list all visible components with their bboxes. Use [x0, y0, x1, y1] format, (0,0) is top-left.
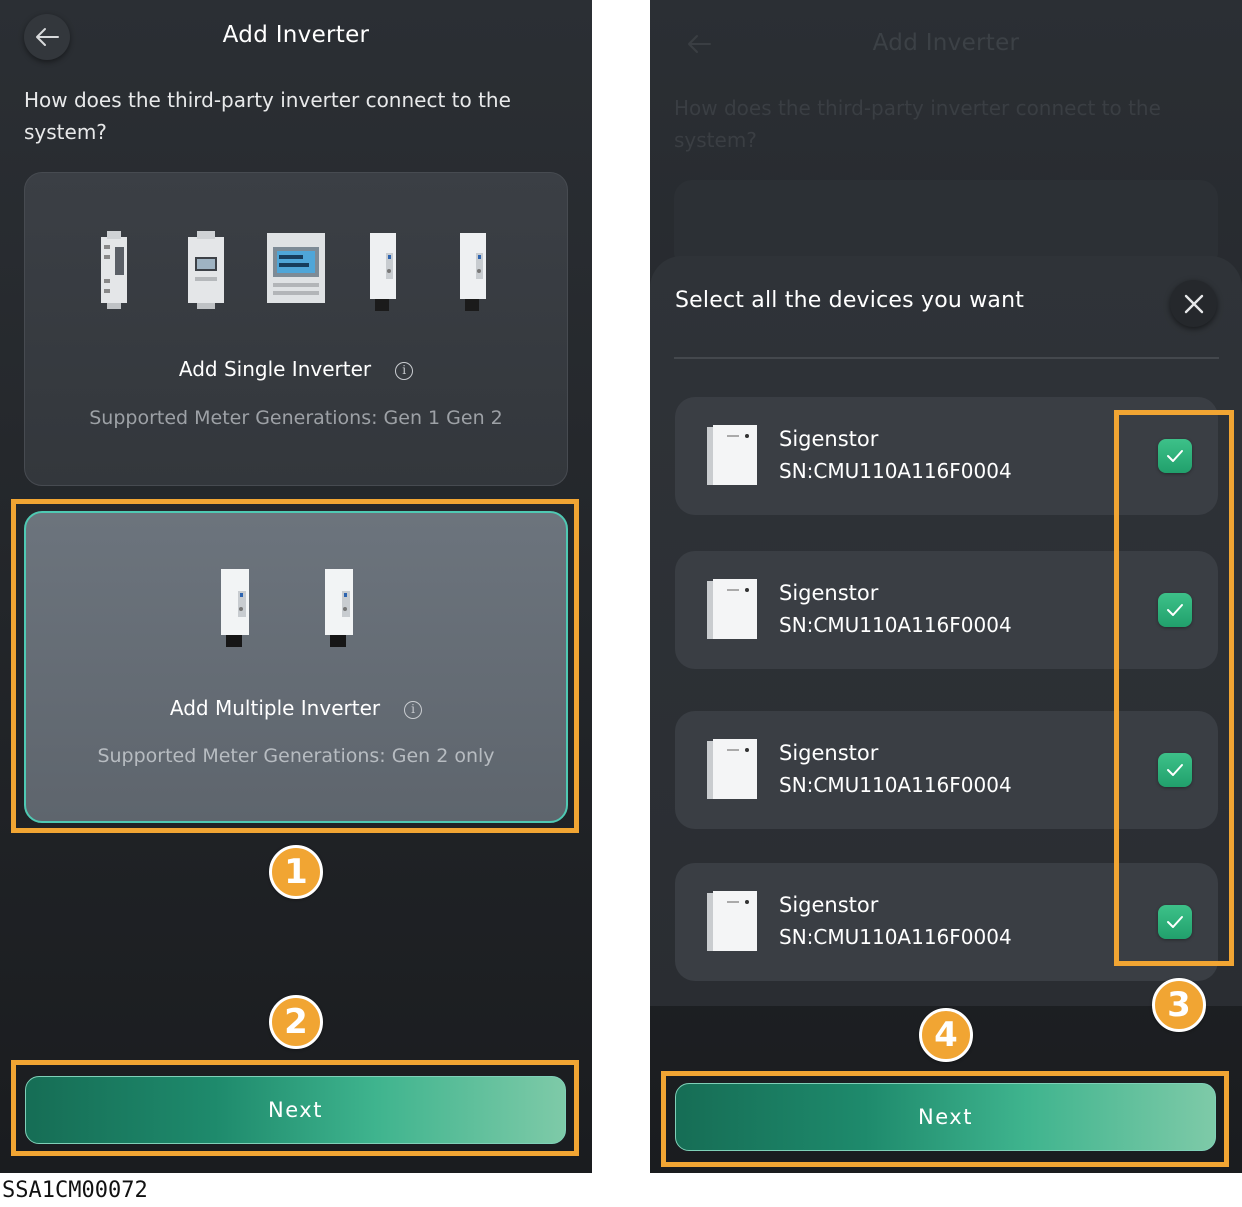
device-image	[707, 739, 757, 799]
meter-image	[267, 233, 325, 303]
highlight-box	[1114, 410, 1234, 966]
device-sn: SN:CMU110A116F0004	[779, 459, 1012, 483]
step-badge-1: 1	[269, 845, 323, 899]
device-image	[707, 425, 757, 485]
device-sn: SN:CMU110A116F0004	[779, 613, 1012, 637]
device-name: Sigenstor	[779, 741, 879, 765]
device-sn: SN:CMU110A116F0004	[779, 925, 1012, 949]
next-button[interactable]: Next	[25, 1076, 566, 1144]
device-image	[707, 579, 757, 639]
meter-image	[460, 233, 486, 311]
step-badge-3: 3	[1152, 978, 1206, 1032]
close-icon	[1184, 294, 1203, 313]
right-phone-screen: Add Inverter How does the third-party in…	[650, 0, 1242, 1173]
divider	[674, 357, 1219, 359]
info-icon[interactable]: i	[395, 362, 414, 380]
option-label: Add Single Inverter i	[25, 357, 567, 381]
page-title: Add Inverter	[872, 30, 1020, 56]
option-title: Add Single Inverter	[178, 357, 372, 381]
next-button[interactable]: Next	[675, 1083, 1216, 1151]
left-phone-screen: Add Inverter How does the third-party in…	[0, 0, 592, 1173]
highlight-box	[11, 499, 579, 833]
step-badge-2: 2	[269, 995, 323, 1049]
device-name: Sigenstor	[779, 893, 879, 917]
page-title: Add Inverter	[222, 22, 370, 48]
device-sn: SN:CMU110A116F0004	[779, 773, 1012, 797]
meter-image	[101, 231, 127, 309]
meter-image	[370, 233, 396, 311]
option-subtitle: Supported Meter Generations: Gen 1 Gen 2	[89, 407, 503, 429]
document-code: SSA1CM00072	[2, 1178, 148, 1203]
device-image	[707, 891, 757, 951]
question-text: How does the third-party inverter connec…	[24, 88, 511, 144]
close-button[interactable]	[1170, 280, 1217, 327]
option-single-inverter[interactable]: Add Single Inverter i Supported Meter Gen…	[24, 172, 568, 486]
question-text: How does the third-party inverter connec…	[674, 96, 1161, 152]
sheet-title: Select all the devices you want	[675, 288, 1025, 313]
device-name: Sigenstor	[779, 581, 879, 605]
step-badge-4: 4	[919, 1008, 973, 1062]
meter-image	[188, 231, 224, 309]
device-name: Sigenstor	[779, 427, 879, 451]
